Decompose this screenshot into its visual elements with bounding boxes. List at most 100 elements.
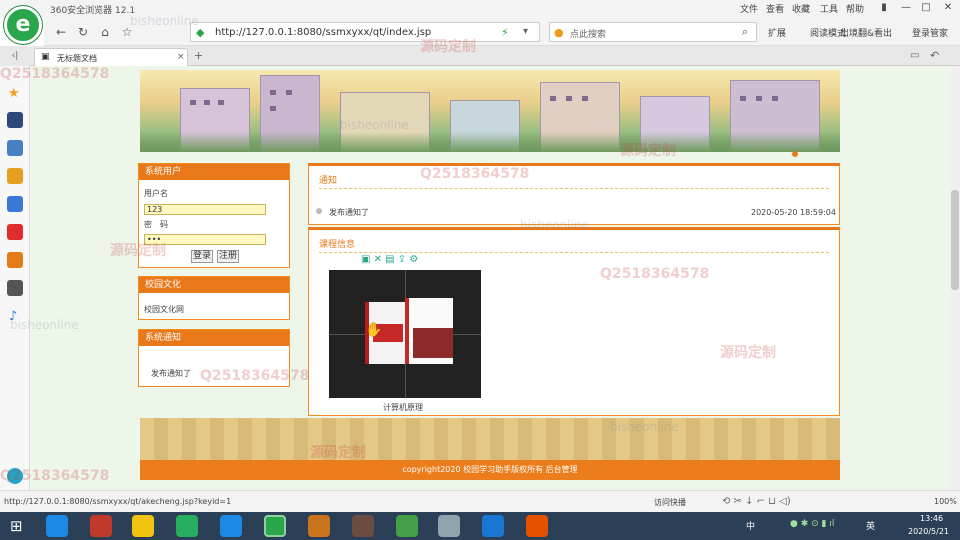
app-icon-5[interactable] bbox=[7, 224, 23, 240]
app-tb-icon-1[interactable] bbox=[90, 515, 112, 537]
zoom-level[interactable]: 100% bbox=[934, 497, 957, 506]
status-tool-icons[interactable]: ⟲ ✂ ↓ ⌐ ⊔ ◁) bbox=[722, 496, 791, 507]
speed-icon[interactable]: ⚡ bbox=[501, 26, 509, 39]
login-panel: 系统用户 用户名 123 密 码 ••• 登录 注册 bbox=[138, 163, 290, 268]
tab-title: 无标题文档 bbox=[57, 54, 97, 63]
browser-sidebar: ★ ♪ bbox=[0, 66, 30, 490]
system-notice-item[interactable]: 发布通知了 bbox=[151, 368, 191, 379]
java-icon[interactable] bbox=[526, 515, 548, 537]
clock-date[interactable]: 2020/5/21 bbox=[908, 527, 949, 536]
password-field[interactable]: ••• bbox=[144, 234, 266, 245]
browser-logo-icon[interactable]: e bbox=[4, 6, 42, 44]
mouse-cursor-icon: ✋ bbox=[365, 322, 383, 338]
course-divider bbox=[319, 252, 829, 253]
back-icon[interactable]: ← bbox=[52, 23, 70, 41]
image-tool-icons[interactable]: ▣ ✕ ▤ ⇪ ⚙ bbox=[361, 254, 418, 265]
app-tb-icon-6[interactable] bbox=[438, 515, 460, 537]
status-bar: http://127.0.0.1:8080/ssmxyxx/qt/akechen… bbox=[0, 490, 960, 512]
close-icon[interactable]: ✕ bbox=[938, 1, 958, 15]
login-manager-button[interactable]: 登录管家 bbox=[912, 26, 948, 39]
status-url: http://127.0.0.1:8080/ssmxyxx/qt/akechen… bbox=[4, 497, 232, 506]
language-indicator[interactable]: 英 bbox=[866, 519, 875, 532]
app-tb-icon-7[interactable] bbox=[482, 515, 504, 537]
register-button[interactable]: 注册 bbox=[217, 250, 239, 263]
minimize-icon[interactable]: — bbox=[896, 1, 916, 15]
login-button[interactable]: 登录 bbox=[191, 250, 213, 263]
search-icon[interactable]: ⌕ bbox=[742, 25, 748, 39]
login-panel-title: 系统用户 bbox=[139, 164, 289, 180]
tab-close-icon[interactable]: × bbox=[177, 52, 185, 62]
course-panel: 课程信息 ▣ ✕ ▤ ⇪ ⚙ ✋ 计算机原理 bbox=[308, 227, 840, 416]
tab-current[interactable]: ▣ 无标题文档 × bbox=[34, 48, 188, 66]
windows-start-icon[interactable]: ⊞ bbox=[10, 518, 28, 534]
scrollbar-thumb[interactable] bbox=[951, 190, 959, 290]
site-banner bbox=[140, 70, 840, 152]
book-cover-2 bbox=[405, 298, 453, 364]
site-footer[interactable]: copyright2020 校园学习助手版权所有 后台管理 bbox=[140, 460, 840, 480]
decor-band bbox=[140, 418, 840, 460]
address-text[interactable]: http://127.0.0.1:8080/ssmxyxx/qt/index.j… bbox=[215, 27, 431, 38]
translate-button[interactable]: 出境翻&看出 bbox=[840, 26, 892, 39]
app-tb-icon-3[interactable] bbox=[308, 515, 330, 537]
banner-dot bbox=[792, 151, 798, 157]
menu-tools[interactable]: 工具 bbox=[820, 2, 838, 15]
notice-item-time: 2020-05-20 18:59:04 bbox=[751, 208, 836, 217]
secure-shield-icon: ◆ bbox=[196, 26, 205, 39]
skin-icon[interactable]: ▮ bbox=[874, 1, 894, 15]
search-engine-icon[interactable]: ● bbox=[554, 26, 564, 39]
search-placeholder: 点此搜索 bbox=[570, 30, 607, 40]
navigation-bar: ← ↻ ⌂ ☆ ◆ http://127.0.0.1:8080/ssmxyxx/… bbox=[44, 18, 960, 46]
menu-help[interactable]: 帮助 bbox=[846, 2, 864, 15]
dropdown-icon[interactable]: ▾ bbox=[523, 26, 528, 37]
ie-icon-2[interactable] bbox=[220, 515, 242, 537]
extension-button[interactable]: 扩展 bbox=[768, 26, 786, 39]
maximize-icon[interactable]: □ bbox=[916, 1, 936, 15]
favorites-star-icon[interactable]: ★ bbox=[8, 86, 20, 101]
app-icon-1[interactable] bbox=[7, 112, 23, 128]
menu-view[interactable]: 查看 bbox=[766, 2, 784, 15]
app-icon-2[interactable] bbox=[7, 140, 23, 156]
refresh-icon[interactable]: ↻ bbox=[74, 23, 92, 41]
clock-time[interactable]: 13:46 bbox=[920, 514, 943, 523]
system-notice-panel: 系统通知 发布通知了 bbox=[138, 329, 290, 387]
title-bar bbox=[0, 0, 960, 18]
course-name[interactable]: 计算机原理 bbox=[383, 402, 423, 413]
culture-link[interactable]: 校园文化网 bbox=[144, 304, 184, 315]
tab-scroll-left-icon[interactable]: ‹| bbox=[0, 46, 30, 66]
username-field[interactable]: 123 bbox=[144, 204, 266, 215]
tab-bar: ▣ 无标题文档 × + ▭ ↶ bbox=[30, 46, 960, 66]
tray-icons[interactable]: ● ✱ ⊙ ▮ ıl bbox=[790, 519, 834, 529]
browser-window: 360安全浏览器 12.1 文件 查看 收藏 工具 帮助 ▮ — □ ✕ ← ↻… bbox=[0, 0, 960, 540]
app-tb-icon-2[interactable] bbox=[176, 515, 198, 537]
app-icon-4[interactable] bbox=[7, 196, 23, 212]
folder-icon[interactable] bbox=[132, 515, 154, 537]
app-icon-6[interactable] bbox=[7, 252, 23, 268]
search-input[interactable]: ● 点此搜索 ⌕ bbox=[549, 22, 757, 42]
notice-divider bbox=[319, 188, 829, 189]
undo-close-icon[interactable]: ↶ bbox=[930, 49, 939, 62]
tab-list-icon[interactable]: ▭ bbox=[910, 50, 919, 61]
app-tb-icon-4[interactable] bbox=[352, 515, 374, 537]
app-icon-8[interactable]: ♪ bbox=[9, 309, 17, 324]
address-bar[interactable]: ◆ http://127.0.0.1:8080/ssmxyxx/qt/index… bbox=[190, 22, 540, 42]
browser-360-icon[interactable] bbox=[264, 515, 286, 537]
course-image[interactable]: ✋ bbox=[329, 270, 481, 398]
app-icon-7[interactable] bbox=[7, 280, 23, 296]
notice-panel: 通知 发布通知了 2020-05-20 18:59:04 bbox=[308, 163, 840, 225]
status-tool[interactable]: 访问快播 bbox=[654, 497, 686, 508]
notice-item-link[interactable]: 发布通知了 bbox=[329, 207, 369, 218]
menu-file[interactable]: 文件 bbox=[740, 2, 758, 15]
ie-icon[interactable] bbox=[46, 515, 68, 537]
app-icon-3[interactable] bbox=[7, 168, 23, 184]
menu-favorites[interactable]: 收藏 bbox=[792, 2, 810, 15]
culture-panel-title: 校园文化 bbox=[139, 277, 289, 293]
username-label: 用户名 bbox=[144, 189, 168, 198]
bullet-icon bbox=[316, 208, 322, 214]
helper-icon[interactable] bbox=[7, 468, 23, 484]
home-icon[interactable]: ⌂ bbox=[96, 23, 114, 41]
app-tb-icon-5[interactable] bbox=[396, 515, 418, 537]
culture-panel: 校园文化 校园文化网 bbox=[138, 276, 290, 320]
new-tab-icon[interactable]: + bbox=[194, 49, 203, 62]
favorite-star-icon[interactable]: ☆ bbox=[118, 23, 136, 41]
ime-indicator[interactable]: 中 bbox=[746, 519, 755, 532]
